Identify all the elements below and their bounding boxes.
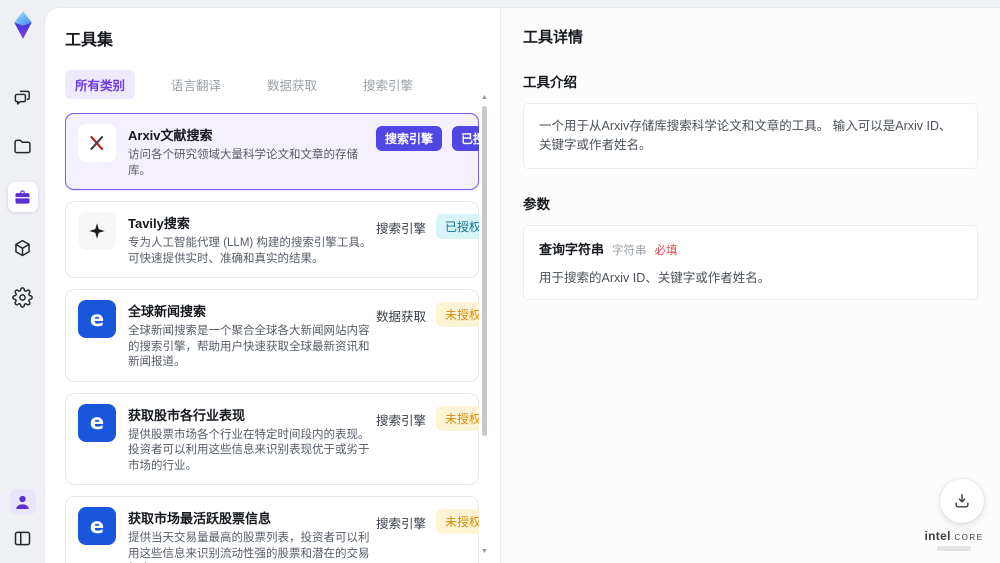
tool-card-arxiv[interactable]: Arxiv文献搜索 访问各个研究领域大量科学论文和文章的存储库。 搜索引擎 已授… xyxy=(65,113,479,190)
tool-title: 全球新闻搜索 xyxy=(128,304,207,319)
param-box: 查询字符串 字符串 必填 用于搜索的Arxiv ID、关键字或作者姓名。 xyxy=(523,225,978,300)
intro-text: 一个用于从Arxiv存储库搜索科学论文和文章的工具。 输入可以是Arxiv ID… xyxy=(539,119,952,152)
intro-text-box: 一个用于从Arxiv存储库搜索科学论文和文章的工具。 输入可以是Arxiv ID… xyxy=(523,103,978,169)
tool-title: Arxiv文献搜索 xyxy=(128,128,213,143)
tab-search-engine[interactable]: 搜索引擎 xyxy=(353,70,423,99)
nav-rail-items xyxy=(7,84,38,310)
tool-card-active-stocks[interactable]: e 获取市场最活跃股票信息 提供当天交易量最高的股票列表，投资者可以利用这些信息… xyxy=(65,496,479,563)
tool-desc: 提供股票市场各个行业在特定时间段内的表现。投资者可以利用这些信息来识别表现优于或… xyxy=(128,428,370,472)
sparkle-star-icon xyxy=(78,212,116,250)
app-root: 工具集 所有类别 语言翻译 数据获取 搜索引擎 Arxiv文献搜索 访问各个研究… xyxy=(0,0,1000,563)
panel-toggle-icon[interactable] xyxy=(10,525,36,551)
news-e-icon: e xyxy=(78,403,116,442)
tool-card-tavily[interactable]: Tavily搜索 专为人工智能代理 (LLM) 构建的搜索引擎工具。可快速提供实… xyxy=(65,201,479,278)
user-icon[interactable] xyxy=(9,489,36,515)
tool-card-global-news[interactable]: e 全球新闻搜索 全球新闻搜索是一个聚合全球各大新闻网站内容的搜索引擎，帮助用户… xyxy=(65,289,479,382)
category-tabs: 所有类别 语言翻译 数据获取 搜索引擎 xyxy=(65,70,500,99)
scroll-up-icon[interactable]: ▲ xyxy=(481,94,488,101)
tool-title: Tavily搜索 xyxy=(128,216,190,231)
nav-rail-bottom xyxy=(9,489,36,551)
folder-icon[interactable] xyxy=(10,133,36,159)
category-label: 搜索引擎 xyxy=(376,413,427,428)
tab-all-categories[interactable]: 所有类别 xyxy=(65,70,136,99)
scrollbar-thumb[interactable] xyxy=(482,106,487,436)
tool-desc: 全球新闻搜索是一个聚合全球各大新闻网站内容的搜索引擎，帮助用户快速获取全球最新资… xyxy=(128,325,370,368)
cube-icon[interactable] xyxy=(10,235,36,261)
intro-heading: 工具介绍 xyxy=(523,75,577,90)
chat-icon[interactable] xyxy=(10,84,36,110)
status-badge: 未授权 xyxy=(436,509,479,534)
news-e-icon: e xyxy=(78,507,116,545)
list-scrollbar[interactable]: ▲ ▼ xyxy=(481,94,488,555)
download-icon xyxy=(955,494,969,508)
tool-title: 获取市场最活跃股票信息 xyxy=(128,511,272,526)
category-label: 搜索引擎 xyxy=(376,517,427,531)
tool-desc: 提供当天交易量最高的股票列表，投资者可以利用这些信息来识别流动性强的股票和潜在的… xyxy=(128,532,370,560)
details-title: 工具详情 xyxy=(523,29,584,46)
tool-desc: 访问各个研究领域大量科学论文和文章的存储库。 xyxy=(128,149,358,177)
category-label: 搜索引擎 xyxy=(376,222,427,236)
param-desc: 用于搜索的Arxiv ID、关键字或作者姓名。 xyxy=(539,271,771,285)
tool-card-list: Arxiv文献搜索 访问各个研究领域大量科学论文和文章的存储库。 搜索引擎 已授… xyxy=(65,113,479,563)
page-title: 工具集 xyxy=(65,32,114,49)
intel-core-logo: intel core xyxy=(922,529,986,551)
param-name: 查询字符串 xyxy=(539,242,605,257)
tool-details-pane: 工具详情 工具介绍 一个用于从Arxiv存储库搜索科学论文和文章的工具。 输入可… xyxy=(500,8,1000,563)
tab-data-fetch[interactable]: 数据获取 xyxy=(257,70,327,99)
param-required-badge: 必填 xyxy=(654,245,678,257)
arxiv-x-icon xyxy=(78,124,116,162)
status-badge: 未授权 xyxy=(436,302,479,327)
brand-intel-text: intel xyxy=(924,529,951,543)
category-label: 数据获取 xyxy=(376,310,427,324)
brand-core-text: core xyxy=(954,529,984,543)
app-logo-icon xyxy=(8,10,38,40)
scroll-down-icon[interactable]: ▼ xyxy=(481,548,488,555)
tab-translation[interactable]: 语言翻译 xyxy=(161,70,231,99)
param-type: 字符串 xyxy=(612,245,647,257)
news-e-icon: e xyxy=(78,300,116,338)
main-surface: 工具集 所有类别 语言翻译 数据获取 搜索引擎 Arxiv文献搜索 访问各个研究… xyxy=(45,8,1000,563)
status-badge: 未授权 xyxy=(436,405,479,431)
download-button[interactable] xyxy=(940,479,984,523)
tool-title: 获取股市各行业表现 xyxy=(128,407,246,423)
status-badge: 已授权 xyxy=(452,126,479,151)
tools-list-pane: 工具集 所有类别 语言翻译 数据获取 搜索引擎 Arxiv文献搜索 访问各个研究… xyxy=(45,8,500,563)
brand-subtext-bar xyxy=(937,546,971,551)
category-badge: 搜索引擎 xyxy=(376,126,443,151)
tool-card-sector-performance[interactable]: e 获取股市各行业表现 提供股票市场各个行业在特定时间段内的表现。投资者可以利用… xyxy=(65,392,479,485)
nav-rail xyxy=(0,0,45,563)
tools-briefcase-icon[interactable] xyxy=(7,182,38,212)
status-badge: 已授权 xyxy=(436,214,479,239)
settings-gear-icon[interactable] xyxy=(10,284,36,310)
params-heading: 参数 xyxy=(523,197,550,212)
tool-desc: 专为人工智能代理 (LLM) 构建的搜索引擎工具。可快速提供实时、准确和真实的结… xyxy=(128,237,372,265)
